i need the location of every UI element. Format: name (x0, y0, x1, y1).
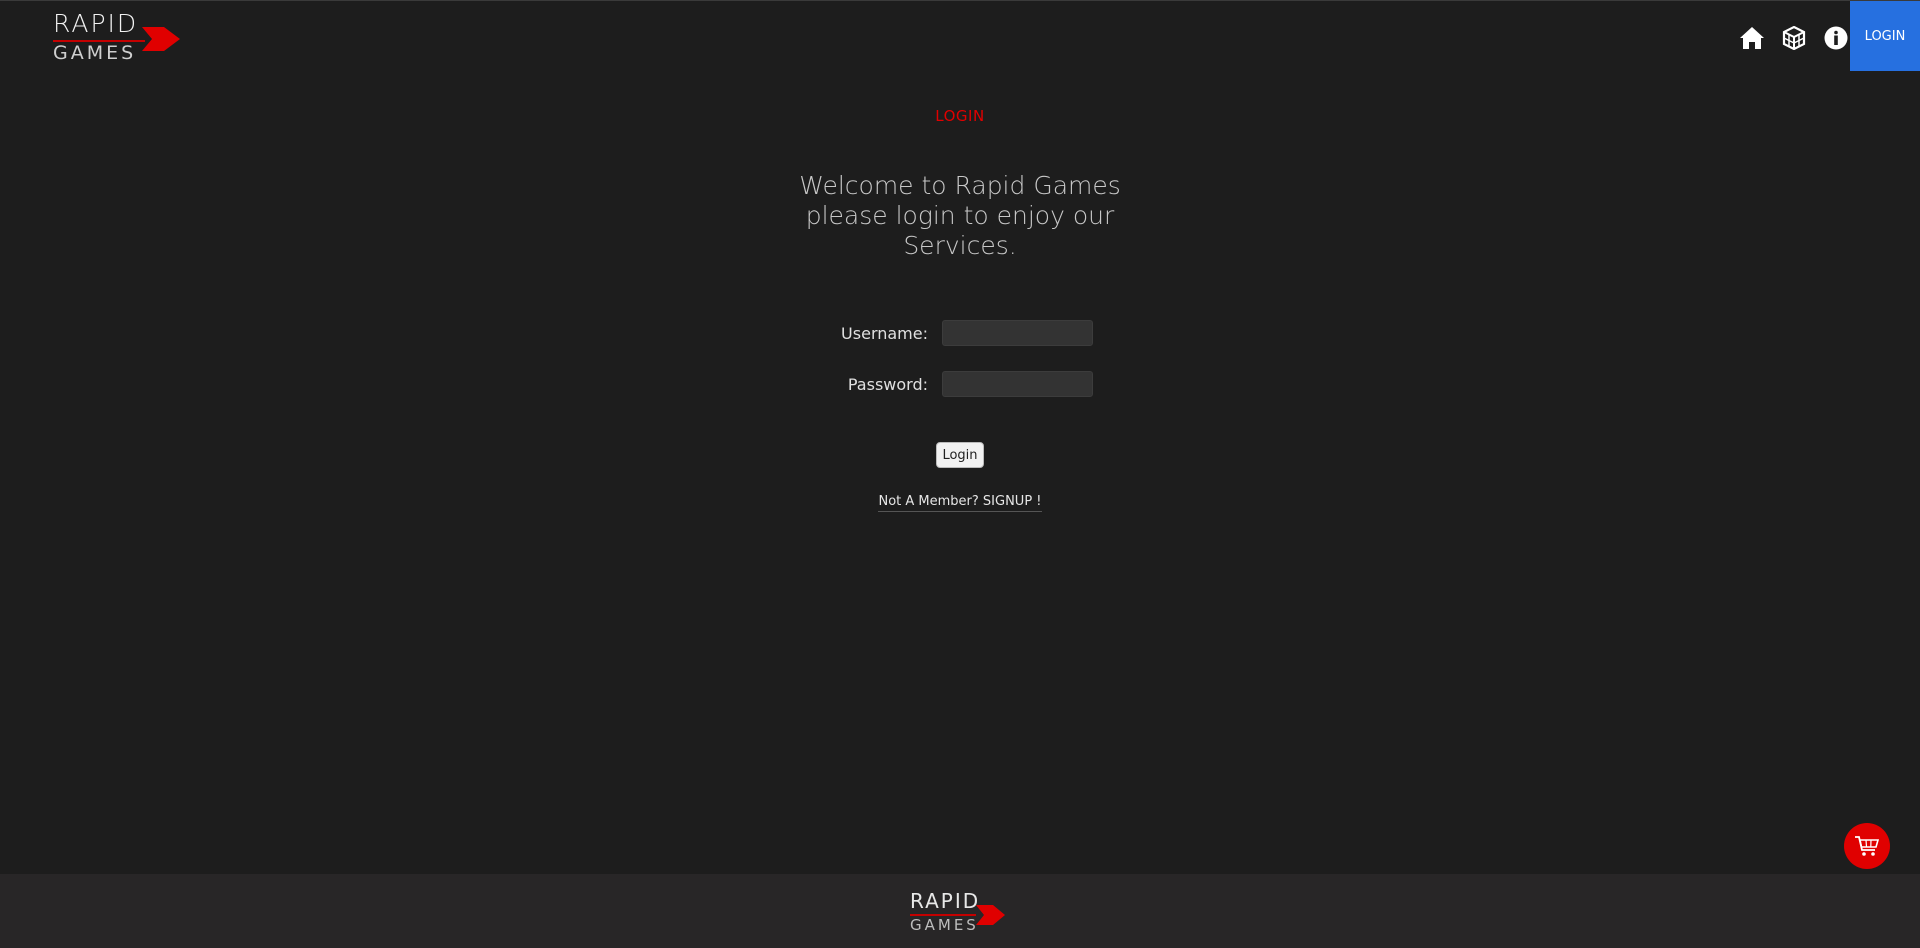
page-title: LOGIN (935, 107, 985, 125)
cart-icon (1855, 836, 1880, 856)
password-input[interactable] (942, 371, 1093, 397)
footer-logo-top-text: RAPID (910, 889, 981, 913)
footer-logo[interactable]: RAPID GAMES (910, 890, 1010, 934)
signup-row: Not A Member? SIGNUP ! (0, 494, 1920, 512)
header-logo[interactable]: RAPID GAMES (53, 9, 183, 64)
page: RAPID GAMES LOGIN LOGIN Welcome to Rapid… (0, 0, 1920, 948)
username-row: Username: (780, 320, 1180, 348)
nav-icons (1738, 23, 1850, 53)
header: RAPID GAMES LOGIN (0, 1, 1920, 73)
login-submit-button[interactable]: Login (936, 442, 984, 468)
cube-icon[interactable] (1780, 24, 1808, 52)
welcome-message: Welcome to Rapid Games please login to e… (760, 171, 1160, 261)
logo-bottom-text: GAMES (53, 42, 137, 64)
welcome-line-1: Welcome to Rapid Games (799, 171, 1121, 200)
welcome-line-3: Services. (903, 231, 1017, 260)
nav-login-button[interactable]: LOGIN (1850, 1, 1920, 71)
username-label: Username: (841, 324, 928, 343)
footer-logo-arrow-icon (976, 905, 1005, 925)
info-icon[interactable] (1822, 24, 1850, 52)
footer: RAPID GAMES (0, 874, 1920, 948)
signup-link[interactable]: Not A Member? SIGNUP ! (878, 494, 1042, 512)
cart-button[interactable] (1844, 823, 1890, 869)
username-input[interactable] (942, 320, 1093, 346)
password-row: Password: (780, 371, 1180, 399)
logo-arrow-icon (142, 27, 180, 51)
welcome-line-2: please login to enjoy our (805, 201, 1115, 230)
logo-top-text: RAPID (53, 9, 139, 38)
home-icon[interactable] (1738, 24, 1766, 52)
password-label: Password: (847, 375, 928, 394)
footer-logo-bottom-text: GAMES (910, 916, 979, 934)
